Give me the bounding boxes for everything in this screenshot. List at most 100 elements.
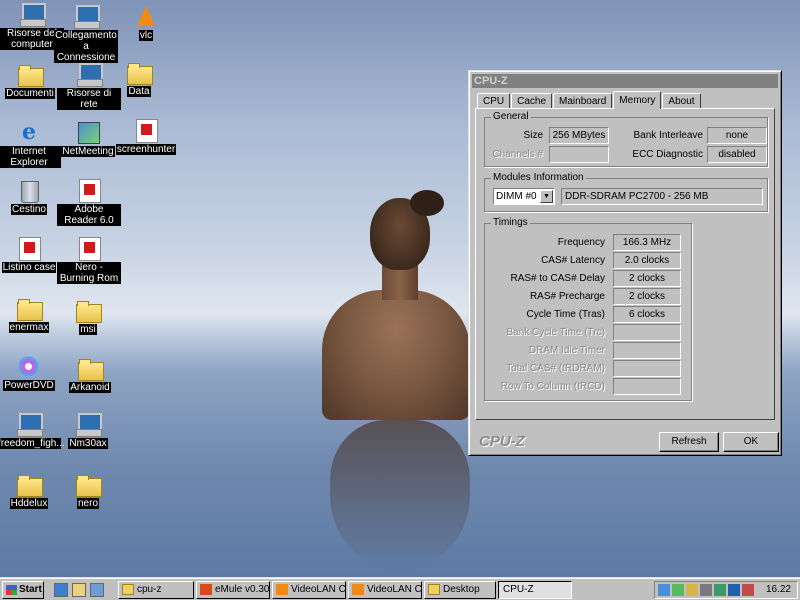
tab-cache[interactable]: Cache xyxy=(511,93,553,109)
desktop-icon-label: Hddelux xyxy=(9,498,49,509)
desktop-icon-documenti[interactable]: Documenti xyxy=(0,62,62,99)
monitor-tray-icon[interactable] xyxy=(672,584,684,596)
window-title[interactable]: CPU-Z xyxy=(472,74,778,88)
timing-value xyxy=(613,324,681,341)
antivirus-tray-icon[interactable] xyxy=(714,584,726,596)
desktop-icon-nero-burning-rom[interactable]: Nero - Burning Rom xyxy=(57,236,121,284)
tab-cpu[interactable]: CPU xyxy=(477,93,511,109)
ecc-diagnostic-value: disabled xyxy=(707,146,767,163)
desktop-icon-label: Nero - Burning Rom xyxy=(57,262,121,284)
bank-interleave-label: Bank Interleave xyxy=(633,130,704,141)
desktop-icon-adobe-reader[interactable]: Adobe Reader 6.0 xyxy=(57,178,121,226)
timing-value: 2 clocks xyxy=(613,270,681,287)
taskbar-button-cpu-z-folder[interactable]: cpu-z xyxy=(118,581,194,599)
timing-label: Cycle Time (Tras) xyxy=(526,309,605,320)
timing-value: 2.0 clocks xyxy=(613,252,681,269)
ok-button[interactable]: OK xyxy=(723,432,779,452)
tab-memory[interactable]: Memory xyxy=(613,91,662,109)
taskbar-button-desktop[interactable]: Desktop xyxy=(424,581,496,599)
desktop-icon-hddelux[interactable]: Hddelux xyxy=(0,472,61,509)
chevron-down-icon[interactable]: ▼ xyxy=(540,190,553,203)
pdf-file-icon xyxy=(16,236,42,261)
computer-icon xyxy=(19,2,46,27)
taskbar-button-label: Desktop xyxy=(443,584,480,595)
channels-label: Channels # xyxy=(492,149,543,160)
clock[interactable]: 16.22 xyxy=(766,584,791,595)
start-label: Start xyxy=(19,584,42,595)
timing-label: RAS# to CAS# Delay xyxy=(510,273,606,284)
desktop-icon-label: Nm30ax xyxy=(68,438,108,449)
connection-tray-icon[interactable] xyxy=(728,584,740,596)
timing-value xyxy=(613,342,681,359)
printer-tray-icon[interactable] xyxy=(700,584,712,596)
desktop-icon-netmeeting[interactable]: NetMeeting xyxy=(56,120,120,157)
taskbar-button-videolan-1[interactable]: VideoLAN Cl... xyxy=(272,581,346,599)
timing-value: 6 clocks xyxy=(613,306,681,323)
general-group: General Size 256 MBytes Channels # Bank … xyxy=(484,111,768,167)
desktop-icon-arkanoid[interactable]: Arkanoid xyxy=(58,356,122,393)
desktop-icon-label: enermax xyxy=(8,322,50,333)
timing-value xyxy=(613,378,681,395)
taskbar-button-emule[interactable]: eMule v0.30b xyxy=(196,581,270,599)
desktop-icon-screenhunter[interactable]: screenhunter xyxy=(114,118,178,155)
desktop-icon-label: vlc xyxy=(138,30,154,41)
timings-group-title: Timings xyxy=(491,217,530,228)
desktop-icon-enermax[interactable]: enermax xyxy=(0,296,61,333)
taskbar-button-cpuz[interactable]: CPU-Z xyxy=(498,581,572,599)
start-button[interactable]: Start xyxy=(2,581,44,599)
desktop-icon-powerdvd[interactable]: PowerDVD xyxy=(0,354,61,391)
installer-icon xyxy=(75,412,102,437)
timing-value: 166.3 MHz xyxy=(613,234,681,251)
desktop-icon-listino-case[interactable]: Listino case xyxy=(0,236,61,273)
outlook-icon[interactable] xyxy=(72,583,86,597)
folder-icon xyxy=(16,296,43,321)
app-tray-icon[interactable] xyxy=(742,584,754,596)
speaker-tray-icon[interactable] xyxy=(686,584,698,596)
desktop-icon-label: Adobe Reader 6.0 xyxy=(57,204,121,226)
folder-icon xyxy=(75,472,102,497)
desktop-icon-cestino[interactable]: Cestino xyxy=(0,178,61,215)
folder-icon xyxy=(428,584,440,595)
timing-value xyxy=(613,360,681,377)
desktop-icon-collegamento[interactable]: Collegamento a Connessione xyxy=(54,4,118,63)
desktop-icon-label: Arkanoid xyxy=(69,382,111,393)
refresh-button[interactable]: Refresh xyxy=(659,432,719,452)
tab-about[interactable]: About xyxy=(662,93,701,109)
tab-mainboard[interactable]: Mainboard xyxy=(553,93,613,109)
wallpaper-reflection xyxy=(330,420,470,570)
show-desktop-icon[interactable] xyxy=(90,583,104,597)
taskbar-button-label: CPU-Z xyxy=(503,584,534,595)
taskbar-button-label: eMule v0.30b xyxy=(215,584,270,595)
desktop-icon-label: Listino case xyxy=(1,262,57,273)
timing-label: Row To Column (tRCD) xyxy=(500,381,605,392)
timing-value: 2 clocks xyxy=(613,288,681,305)
vlc-cone-icon xyxy=(352,584,364,595)
taskbar-button-videolan-2[interactable]: VideoLAN Cl... xyxy=(348,581,422,599)
desktop-icon-nm30ax[interactable]: Nm30ax xyxy=(56,412,120,449)
desktop-icon-msi[interactable]: msi xyxy=(56,298,120,335)
internet-explorer-icon[interactable] xyxy=(54,583,68,597)
folder-icon xyxy=(75,298,102,323)
timing-label: CAS# Latency xyxy=(541,255,605,266)
desktop-icon-label: Data xyxy=(127,86,151,97)
network-icon xyxy=(76,62,103,87)
desktop-icon-data[interactable]: Data xyxy=(107,60,171,97)
size-label: Size xyxy=(523,130,543,141)
desktop-icon-freedom-fighters[interactable]: freedom_figh... xyxy=(0,412,65,449)
memory-panel: General Size 256 MBytes Channels # Bank … xyxy=(475,108,775,420)
folder-icon xyxy=(17,62,44,87)
dimm-slot-select[interactable]: DIMM #0 ▼ xyxy=(493,188,555,205)
desktop-icon-vlc[interactable]: vlc xyxy=(114,4,178,41)
desktop-icon-label: screenhunter xyxy=(115,144,177,155)
network-tray-icon[interactable] xyxy=(658,584,670,596)
desktop-icon-nero[interactable]: nero xyxy=(56,472,120,509)
folder-icon xyxy=(77,356,104,381)
folder-icon xyxy=(122,584,134,595)
module-description: DDR-SDRAM PC2700 - 256 MB xyxy=(561,188,763,205)
desktop-icon-internet-explorer[interactable]: e Internet Explorer xyxy=(0,120,61,168)
vlc-cone-icon xyxy=(276,584,288,595)
dimm-slot-value: DIMM #0 xyxy=(496,191,537,202)
timing-label: Bank Cycle Time (Trc) xyxy=(506,327,605,338)
timing-label: Total CAS# (tRDRAM) xyxy=(506,363,605,374)
cpuz-window: CPU-Z CPU Cache Mainboard Memory About G… xyxy=(468,70,782,456)
